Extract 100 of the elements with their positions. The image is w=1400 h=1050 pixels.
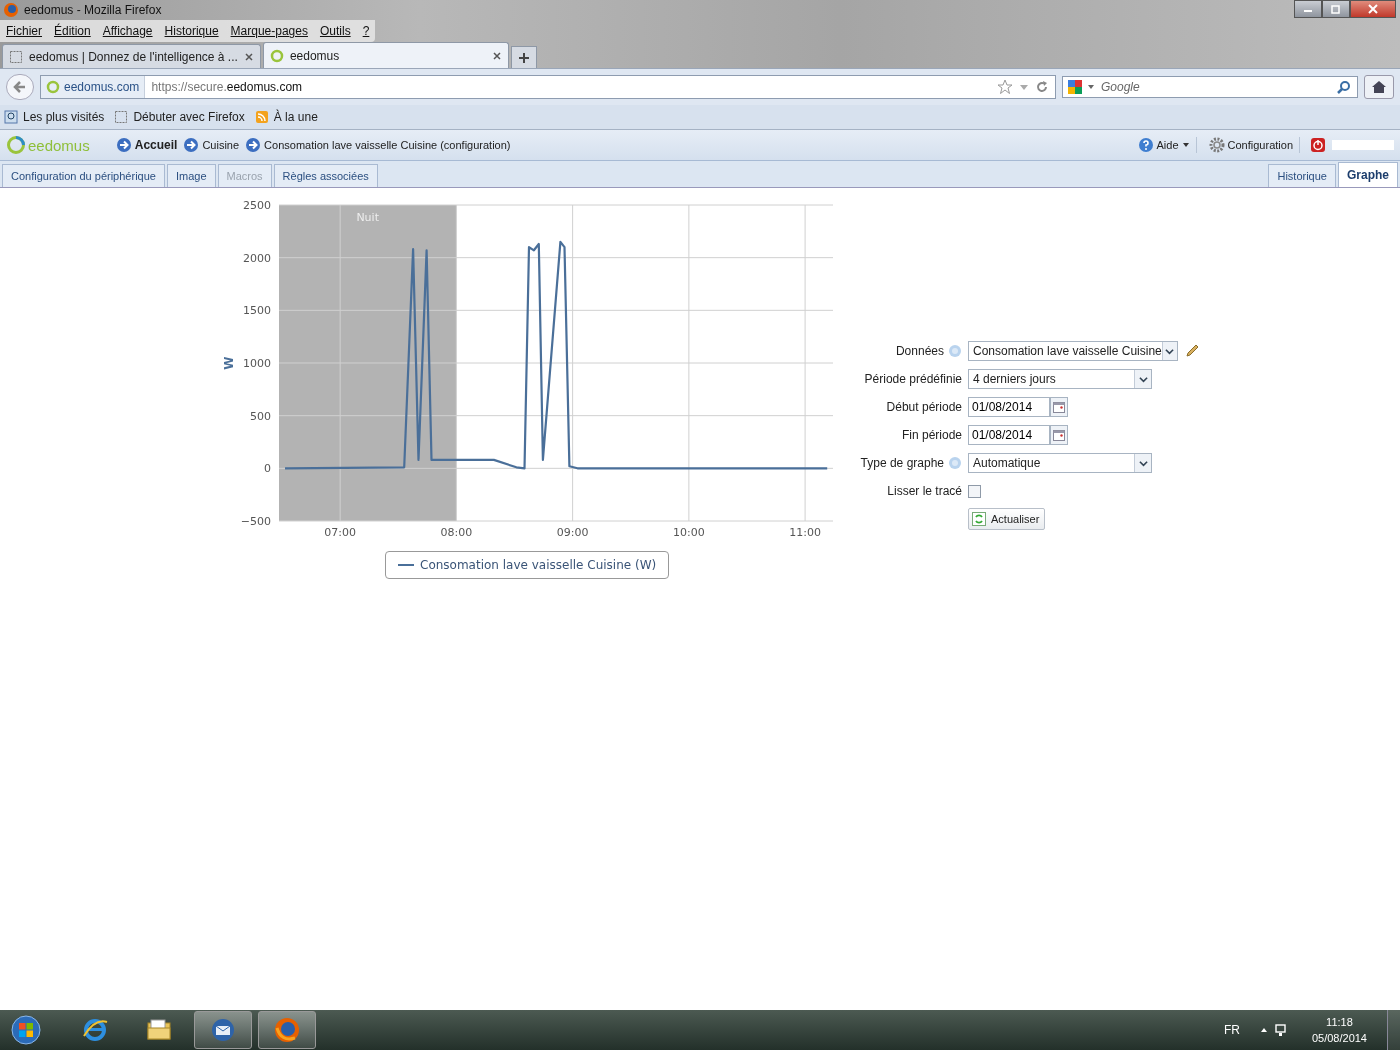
minimize-button[interactable]: [1294, 0, 1322, 18]
back-button[interactable]: [6, 74, 34, 100]
menu-item[interactable]: ?: [362, 24, 370, 38]
breadcrumb-link[interactable]: Consomation lave vaisselle Cuisine (configuration): [245, 137, 511, 153]
page-tab[interactable]: Historique: [1268, 164, 1336, 187]
menu-item[interactable]: Fichier: [6, 24, 42, 38]
google-icon[interactable]: [1067, 79, 1083, 95]
windows-logo-icon: [11, 1015, 41, 1045]
arrow-circle-icon: [245, 137, 262, 153]
bookmark-label: À la une: [273, 110, 318, 124]
field-label: Type de graphe: [860, 456, 944, 470]
legend-label: Consomation lave vaisselle Cuisine (W): [420, 558, 657, 572]
redacted-block: [1332, 140, 1394, 150]
mail-icon: [209, 1016, 237, 1044]
tray-arrow-icon[interactable]: [1259, 1026, 1268, 1034]
new-tab-button[interactable]: [510, 46, 537, 68]
site-name: eedomus.com: [64, 80, 140, 94]
url-text[interactable]: https://secure.eedomus.com: [151, 80, 991, 94]
caret-icon: [1181, 141, 1190, 149]
menu-item[interactable]: Affichage: [102, 24, 153, 38]
ring-logo-icon: [6, 135, 26, 155]
bookmark-item[interactable]: Les plus visités: [4, 110, 105, 124]
field-label: Lisser le tracé: [887, 484, 962, 498]
refresh-button[interactable]: Actualiser: [968, 508, 1046, 530]
x-tick-label: 11:00: [789, 526, 821, 539]
ring-logo-icon: [269, 48, 284, 63]
breadcrumb-link[interactable]: Accueil: [115, 137, 178, 153]
select-field[interactable]: Consomation lave vaisselle Cuisine: [968, 341, 1178, 361]
help-icon: [1137, 137, 1154, 153]
page-tab[interactable]: Configuration du périphérique: [2, 164, 165, 187]
menu-item[interactable]: Édition: [54, 24, 91, 38]
network-icon[interactable]: [1273, 1023, 1288, 1037]
y-tick-label: 1000: [243, 357, 271, 370]
field-label: Début période: [886, 400, 962, 414]
calendar-icon: [1053, 401, 1065, 413]
breadcrumb-label: Consomation lave vaisselle Cuisine (configuration): [264, 139, 511, 151]
show-desktop-button[interactable]: [1387, 1010, 1400, 1050]
blank-page-icon: [9, 49, 23, 64]
calendar-button[interactable]: [1050, 425, 1068, 445]
date-field[interactable]: 01/08/2014: [968, 397, 1050, 417]
bookmark-item[interactable]: À la une: [254, 110, 318, 124]
logo-text: eedomus: [28, 136, 90, 154]
menu-item[interactable]: Historique: [164, 24, 219, 38]
rss-icon: [254, 110, 269, 124]
menu-item[interactable]: Outils: [319, 24, 351, 38]
language-indicator[interactable]: FR: [1223, 1023, 1240, 1037]
power-icon[interactable]: [1310, 137, 1326, 153]
refresh-icon: [972, 512, 986, 526]
home-button[interactable]: [1364, 75, 1394, 99]
pencil-icon[interactable]: [1184, 343, 1200, 359]
x-tick-label: 07:00: [324, 526, 356, 539]
x-tick-label: 08:00: [440, 526, 473, 539]
search-field[interactable]: Google: [1062, 76, 1358, 98]
action-label: Configuration: [1227, 139, 1293, 151]
page-tab[interactable]: Règles associées: [273, 164, 378, 187]
star-icon[interactable]: [997, 79, 1013, 95]
breadcrumb-link[interactable]: Cuisine: [183, 137, 240, 153]
field-label: Fin période: [901, 428, 962, 442]
blank-page-icon: [114, 110, 129, 124]
date-field[interactable]: 01/08/2014: [968, 425, 1050, 445]
y-tick-label: 0: [264, 462, 271, 476]
site-identity[interactable]: eedomus.com: [41, 76, 146, 98]
plus-icon: [517, 51, 530, 64]
bookmark-label: Les plus visités: [23, 110, 105, 124]
checkbox[interactable]: [968, 484, 981, 498]
search-icon[interactable]: [1337, 80, 1351, 94]
x-tick-label: 10:00: [673, 526, 705, 539]
y-axis-title: W: [222, 356, 236, 370]
settings-icon: [1208, 137, 1225, 153]
clock-date[interactable]: 05/08/2014: [1311, 1030, 1367, 1046]
field-label: Période prédéfinie: [864, 372, 962, 386]
select-field[interactable]: Automatique: [968, 453, 1152, 473]
x-tick-label: 09:00: [556, 526, 589, 539]
close-icon: [1368, 4, 1378, 14]
header-action[interactable]: Aide: [1131, 137, 1197, 153]
arrow-circle-icon: [115, 137, 132, 153]
clock-time[interactable]: 11:18: [1326, 1014, 1353, 1030]
browser-tab[interactable]: eedomus | Donnez de l'intelligence à ...: [2, 44, 261, 68]
select-field[interactable]: 4 derniers jours: [968, 369, 1152, 389]
header-action[interactable]: Configuration: [1202, 137, 1300, 153]
maximize-icon: [1331, 4, 1341, 14]
close-button[interactable]: [1350, 0, 1396, 18]
browser-e-icon: [81, 1016, 109, 1044]
calendar-button[interactable]: [1050, 397, 1068, 417]
menu-item[interactable]: Marque-pages: [230, 24, 308, 38]
reload-icon[interactable]: [1035, 80, 1049, 94]
browser-tab[interactable]: eedomus: [262, 42, 509, 68]
page-tab[interactable]: Graphe: [1338, 162, 1398, 187]
taskbar-app[interactable]: [194, 1011, 252, 1049]
maximize-button[interactable]: [1322, 0, 1350, 18]
chevron-down-icon: [1138, 374, 1148, 384]
chevron-down-icon: [1138, 458, 1148, 468]
y-tick-label: 2000: [243, 251, 271, 265]
close-icon[interactable]: [243, 51, 254, 62]
close-icon[interactable]: [491, 50, 502, 61]
back-arrow-icon: [12, 79, 28, 95]
dropdown-icon[interactable]: [1087, 83, 1095, 91]
calendar-icon: [1053, 429, 1065, 441]
page-tab[interactable]: Image: [166, 164, 216, 187]
arrow-circle-icon: [183, 137, 200, 153]
